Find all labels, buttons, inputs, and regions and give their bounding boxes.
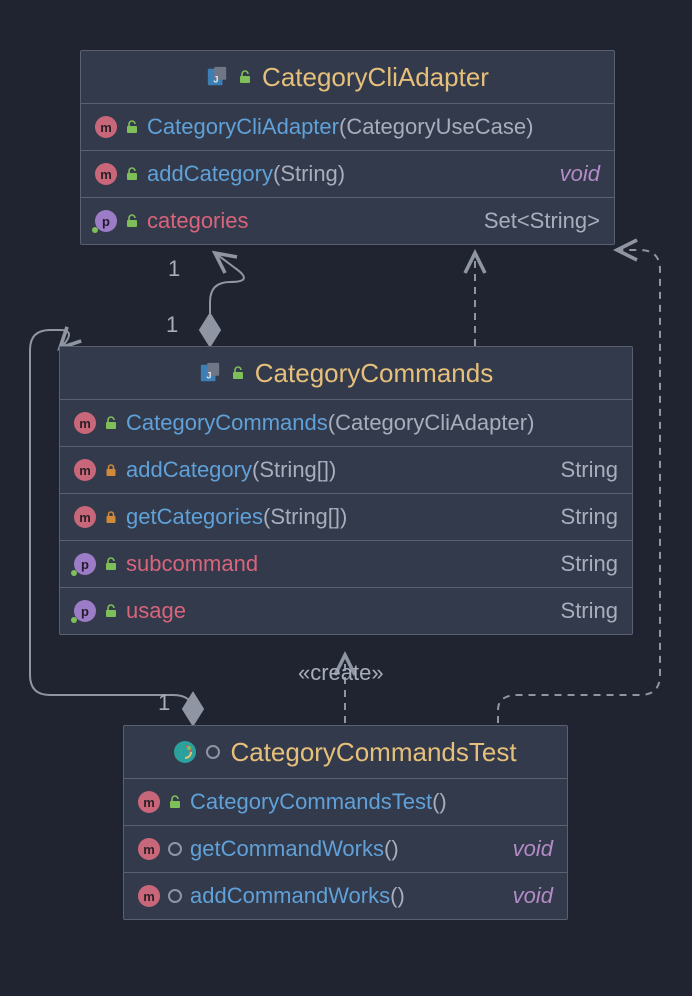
method-badge-icon [74, 412, 96, 434]
multiplicity-top: 1 [168, 256, 180, 282]
open-lock-icon [125, 120, 139, 134]
method-badge-icon [138, 838, 160, 860]
method-row: addCategory(String) void [81, 151, 614, 198]
open-lock-icon [125, 167, 139, 181]
property-row: usage String [60, 588, 632, 634]
package-visibility-icon [168, 842, 182, 856]
multiplicity-bot: 1 [158, 690, 170, 716]
package-visibility-icon [168, 889, 182, 903]
constructor-row: CategoryCommandsTest() [124, 779, 567, 826]
closed-lock-icon [104, 463, 118, 477]
property-row: subcommand String [60, 541, 632, 588]
class-title-bar: CategoryCommandsTest [124, 726, 567, 779]
open-lock-icon [104, 604, 118, 618]
method-row: addCommandWorks() void [124, 873, 567, 919]
class-category-commands: J CategoryCommands CategoryCommands(Cate… [59, 346, 633, 635]
java-file-icon: J [199, 362, 221, 384]
property-row: categories Set<String> [81, 198, 614, 244]
class-name: CategoryCliAdapter [262, 62, 489, 93]
open-lock-icon [238, 70, 252, 84]
open-lock-icon [168, 795, 182, 809]
property-badge-icon [74, 600, 96, 622]
open-lock-icon [125, 214, 139, 228]
method-badge-icon [95, 116, 117, 138]
open-lock-icon [104, 416, 118, 430]
multiplicity-mid: 1 [166, 312, 178, 338]
test-class-icon [174, 741, 196, 763]
java-file-icon: J [206, 66, 228, 88]
constructor-row: CategoryCliAdapter(CategoryUseCase) [81, 104, 614, 151]
class-title-bar: J CategoryCommands [60, 347, 632, 400]
constructor-row: CategoryCommands(CategoryCliAdapter) [60, 400, 632, 447]
property-badge-icon [74, 553, 96, 575]
class-name: CategoryCommandsTest [230, 737, 516, 768]
open-lock-icon [231, 366, 245, 380]
stereotype-create: «create» [298, 660, 384, 686]
closed-lock-icon [104, 510, 118, 524]
method-badge-icon [138, 885, 160, 907]
class-title-bar: J CategoryCliAdapter [81, 51, 614, 104]
method-badge-icon [74, 459, 96, 481]
open-lock-icon [104, 557, 118, 571]
package-visibility-icon [206, 745, 220, 759]
method-row: getCommandWorks() void [124, 826, 567, 873]
svg-text:J: J [206, 371, 211, 381]
class-category-commands-test: CategoryCommandsTest CategoryCommandsTes… [123, 725, 568, 920]
class-name: CategoryCommands [255, 358, 493, 389]
method-row: addCategory(String[]) String [60, 447, 632, 494]
property-badge-icon [95, 210, 117, 232]
method-badge-icon [95, 163, 117, 185]
method-badge-icon [138, 791, 160, 813]
method-row: getCategories(String[]) String [60, 494, 632, 541]
svg-text:J: J [213, 75, 218, 85]
method-badge-icon [74, 506, 96, 528]
class-category-cli-adapter: J CategoryCliAdapter CategoryCliAdapter(… [80, 50, 615, 245]
